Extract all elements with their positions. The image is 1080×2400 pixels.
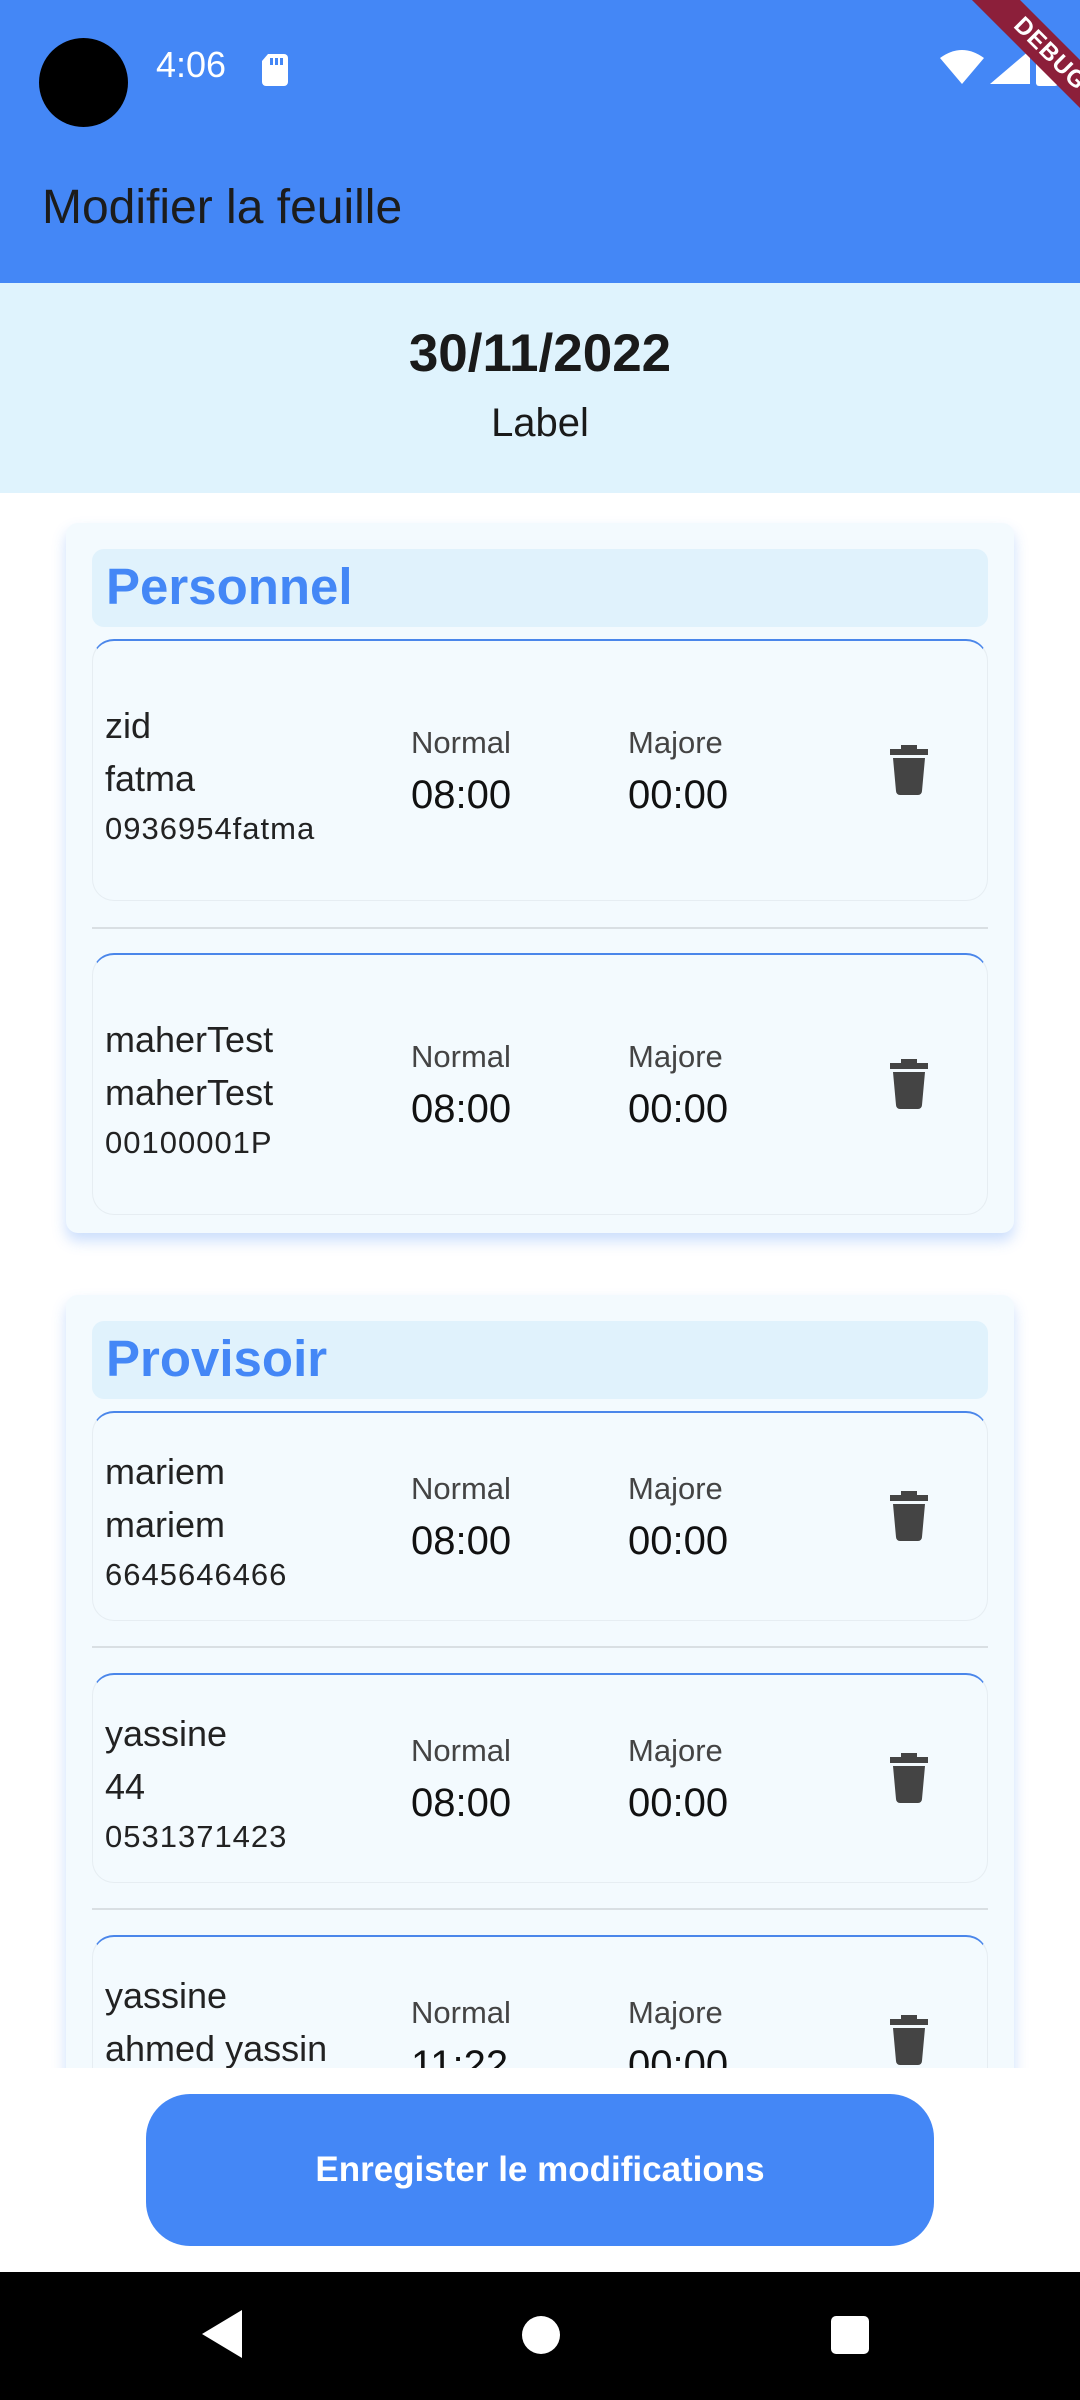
- trash-icon[interactable]: [890, 2015, 928, 2065]
- worker-first-name: yassine: [105, 1975, 228, 2016]
- save-modifications-button[interactable]: Enregister le modifications: [146, 2094, 934, 2246]
- sd-card-icon: [262, 54, 288, 86]
- worker-card[interactable]: yassine ahmed yassin Normal 11:22 Majore…: [92, 1935, 988, 2068]
- normal-hours-value[interactable]: 08:00: [411, 773, 511, 818]
- worker-second-name: maherTest: [105, 1072, 274, 1113]
- majore-label: Majore: [628, 1471, 723, 1506]
- normal-hours-value[interactable]: 08:00: [411, 1087, 511, 1132]
- worker-second-name: fatma: [105, 758, 196, 799]
- worker-second-name: 44: [105, 1766, 146, 1807]
- sections-list[interactable]: Personnel zid fatma 0936954fatma Normal …: [0, 493, 1080, 2068]
- worker-second-name: ahmed yassin: [105, 2028, 328, 2068]
- worker-first-name: maherTest: [105, 1019, 274, 1060]
- normal-label: Normal: [411, 1733, 511, 1768]
- sheet-header: 30/11/2022 Label: [0, 283, 1080, 493]
- camera-cutout: [39, 38, 128, 127]
- normal-label: Normal: [411, 1471, 511, 1506]
- worker-first-name: zid: [105, 705, 152, 746]
- worker-second-name: mariem: [105, 1504, 226, 1545]
- worker-card[interactable]: mariem mariem 6645646466 Normal 08:00 Ma…: [92, 1411, 988, 1621]
- row-divider: [92, 927, 988, 929]
- sheet-label: Label: [491, 401, 589, 445]
- worker-card[interactable]: yassine 44 0531371423 Normal 08:00 Major…: [92, 1673, 988, 1883]
- system-nav-bar: [0, 2272, 1080, 2400]
- majore-label: Majore: [628, 725, 723, 760]
- worker-card[interactable]: maherTest maherTest 00100001P Normal 08:…: [92, 953, 988, 1215]
- worker-first-name: mariem: [105, 1451, 226, 1492]
- normal-label: Normal: [411, 725, 511, 760]
- section-title: Provisoir: [106, 1330, 328, 1387]
- worker-code: 0936954fatma: [105, 811, 316, 846]
- worker-code: 00100001P: [105, 1125, 273, 1160]
- majore-hours-value[interactable]: 00:00: [628, 2043, 728, 2068]
- section-title: Personnel: [106, 558, 353, 615]
- status-bar: 4:06 DEBUG: [0, 0, 1080, 144]
- trash-icon[interactable]: [890, 1753, 928, 1803]
- debug-banner: DEBUG: [930, 0, 1080, 150]
- normal-hours-value[interactable]: 11:22: [411, 2043, 508, 2068]
- majore-label: Majore: [628, 1039, 723, 1074]
- majore-hours-value[interactable]: 00:00: [628, 1519, 728, 1564]
- app-bar: 4:06 DEBUG Modifier la feuille: [0, 0, 1080, 283]
- sheet-date: 30/11/2022: [408, 324, 672, 383]
- trash-icon[interactable]: [890, 745, 928, 795]
- trash-icon[interactable]: [890, 1059, 928, 1109]
- row-divider: [92, 1908, 988, 1910]
- home-icon[interactable]: [522, 2316, 560, 2354]
- page-title: Modifier la feuille: [42, 181, 403, 234]
- section-header: Provisoir: [92, 1321, 988, 1399]
- recent-apps-icon[interactable]: [831, 2316, 869, 2354]
- majore-hours-value[interactable]: 00:00: [628, 773, 728, 818]
- back-icon[interactable]: [202, 2310, 244, 2358]
- majore-label: Majore: [628, 1733, 723, 1768]
- section-personnel: Personnel zid fatma 0936954fatma Normal …: [66, 523, 1014, 1233]
- worker-code: 6645646466: [105, 1557, 288, 1592]
- trash-icon[interactable]: [890, 1491, 928, 1541]
- row-divider: [92, 1646, 988, 1648]
- section-provisoir: Provisoir mariem mariem 6645646466 Norma…: [66, 1295, 1014, 2068]
- normal-hours-value[interactable]: 08:00: [411, 1519, 511, 1564]
- majore-label: Majore: [628, 1995, 723, 2030]
- worker-card[interactable]: zid fatma 0936954fatma Normal 08:00 Majo…: [92, 639, 988, 901]
- debug-label: DEBUG: [960, 0, 1080, 144]
- section-header: Personnel: [92, 549, 988, 627]
- status-time: 4:06: [156, 44, 227, 85]
- majore-hours-value[interactable]: 00:00: [628, 1087, 728, 1132]
- normal-label: Normal: [411, 1995, 511, 2030]
- normal-hours-value[interactable]: 08:00: [411, 1781, 511, 1826]
- worker-first-name: yassine: [105, 1713, 228, 1754]
- majore-hours-value[interactable]: 00:00: [628, 1781, 728, 1826]
- worker-code: 0531371423: [105, 1819, 288, 1854]
- normal-label: Normal: [411, 1039, 511, 1074]
